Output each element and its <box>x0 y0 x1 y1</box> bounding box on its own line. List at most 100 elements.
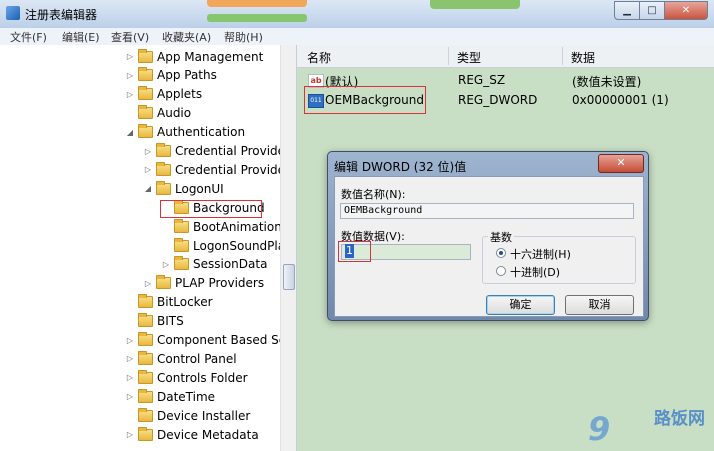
registry-tree: ▷ App Management ▷ App Paths ▷ Applets Audio ◢ A… <box>0 45 297 451</box>
base-label: 基数 <box>488 229 514 245</box>
value-type: REG_SZ <box>458 73 506 87</box>
expand-arrow-icon[interactable]: ▷ <box>125 90 135 99</box>
menu-edit[interactable]: 编辑(E) <box>62 29 100 45</box>
tree-item-label: SessionData <box>193 257 268 272</box>
tree-item[interactable]: ▷ Device Metadata <box>125 425 259 444</box>
tree-item[interactable]: ▷ SessionData <box>161 255 267 274</box>
menu-help[interactable]: 帮助(H) <box>224 29 263 45</box>
tree-item-label: Credential Provider <box>175 144 290 158</box>
folder-icon <box>156 275 171 290</box>
minimize-button[interactable]: ▁ <box>614 1 640 20</box>
tree-item-label: App Management <box>157 49 264 64</box>
tree-scrollbar-thumb[interactable] <box>283 264 295 290</box>
folder-icon <box>156 143 171 157</box>
menu-view[interactable]: 查看(V) <box>111 29 149 45</box>
folder-icon <box>138 388 153 403</box>
tree-item[interactable]: ◢ LogonUI <box>143 179 224 198</box>
tree-item-label: Device Metadata <box>157 427 259 442</box>
tree-item-label: Control Panel <box>157 351 237 366</box>
folder-icon <box>138 86 153 101</box>
close-icon: ✕ <box>616 156 626 169</box>
expand-arrow-icon[interactable]: ▷ <box>125 52 135 61</box>
expand-arrow-icon[interactable]: ▷ <box>125 392 135 401</box>
tree-item-label: BitLocker <box>157 295 213 310</box>
tree-item-label: Authentication <box>157 125 246 140</box>
tree-item-label: LogonUI <box>175 181 224 196</box>
folder-icon <box>174 256 189 271</box>
folder-icon <box>138 407 153 422</box>
hex-radio[interactable] <box>496 248 506 258</box>
tree-item-label: Audio <box>157 106 192 121</box>
expand-arrow-icon[interactable]: ▷ <box>125 354 135 363</box>
folder-icon <box>138 48 153 63</box>
folder-icon <box>138 67 153 82</box>
decimal-radio-label[interactable]: 十进制(D) <box>510 264 560 280</box>
value-name-field: OEMBackground <box>340 203 634 219</box>
close-button[interactable]: ✕ <box>665 1 708 20</box>
folder-icon <box>138 105 153 120</box>
tree-item-label: Component Based Ser <box>157 333 292 347</box>
tree-item-label: Controls Folder <box>157 370 248 385</box>
cancel-button[interactable]: 取消 <box>565 295 634 315</box>
tree-item[interactable]: Device Installer <box>125 406 250 425</box>
hex-radio-label[interactable]: 十六进制(H) <box>510 246 571 262</box>
expand-arrow-icon[interactable]: ▷ <box>143 165 153 174</box>
tree-item[interactable]: ▷ Applets <box>125 85 202 104</box>
tree-scrollbar[interactable] <box>280 45 296 451</box>
tree-item-label: PLAP Providers <box>175 276 265 291</box>
maximize-button[interactable]: □ <box>640 1 665 20</box>
menu-file[interactable]: 文件(F) <box>10 29 47 45</box>
dialog-close-button[interactable]: ✕ <box>598 154 644 173</box>
tree-item[interactable]: ▷ Control Panel <box>125 349 237 368</box>
folder-icon <box>174 237 189 252</box>
decimal-radio[interactable] <box>496 266 506 276</box>
tree-item[interactable]: BITS <box>125 312 184 331</box>
tree-item-label: Applets <box>157 87 203 102</box>
tree-item[interactable]: ▷ App Management <box>125 47 263 66</box>
column-data[interactable]: 数据 <box>571 49 595 66</box>
tree-item[interactable]: ▷ Component Based Ser <box>125 331 291 350</box>
folder-icon <box>138 369 153 384</box>
dialog-title: 编辑 DWORD (32 位)值 <box>334 160 467 174</box>
expand-arrow-icon[interactable]: ▷ <box>143 147 153 156</box>
highlight-box <box>160 200 262 218</box>
folder-icon <box>174 218 189 233</box>
expand-arrow-icon[interactable]: ▷ <box>125 71 135 80</box>
tree-item[interactable]: ▷ PLAP Providers <box>143 274 264 293</box>
tree-item[interactable]: ▷ Controls Folder <box>125 368 248 387</box>
value-data: 0x00000001 (1) <box>572 93 669 107</box>
tree-item[interactable]: ▷ Credential Provider <box>143 160 290 179</box>
tree-item[interactable]: Audio <box>125 104 191 123</box>
expand-arrow-icon[interactable]: ▷ <box>125 336 135 345</box>
tree-item-label: DateTime <box>157 389 216 404</box>
expand-arrow-icon[interactable]: ◢ <box>125 128 135 137</box>
column-type[interactable]: 类型 <box>457 49 481 66</box>
expand-arrow-icon[interactable]: ▷ <box>125 430 135 439</box>
expand-arrow-icon[interactable]: ▷ <box>143 279 153 288</box>
tree-item[interactable]: ▷ DateTime <box>125 387 215 406</box>
tree-item-label: Credential Provider <box>175 162 290 177</box>
expand-arrow-icon[interactable]: ◢ <box>143 184 153 193</box>
menu-favorites[interactable]: 收藏夹(A) <box>162 29 211 45</box>
tree-item[interactable]: ◢ Authentication <box>125 123 245 142</box>
tree-item[interactable]: BitLocker <box>125 293 213 312</box>
close-icon: ✕ <box>681 5 691 16</box>
expand-arrow-icon[interactable]: ▷ <box>125 373 135 382</box>
watermark-text: 路饭网 <box>654 409 705 429</box>
ok-button[interactable]: 确定 <box>486 295 555 315</box>
tree-item[interactable]: ▷ App Paths <box>125 66 217 85</box>
tree-item-label: App Paths <box>157 68 217 83</box>
folder-icon <box>138 124 153 139</box>
value-name-label: 数值名称(N): <box>341 188 406 201</box>
folder-icon <box>138 332 153 346</box>
minimize-icon: ▁ <box>623 5 631 16</box>
expand-arrow-icon[interactable]: ▷ <box>161 260 171 269</box>
menu-bar: 文件(F) 编辑(E) 查看(V) 收藏夹(A) 帮助(H) <box>0 28 714 46</box>
value-data: (数值未设置) <box>572 75 642 89</box>
highlight-box <box>338 241 371 262</box>
tree-item[interactable]: LogonSoundPlay <box>161 236 292 255</box>
tree-item[interactable]: ▷ Credential Provider <box>143 142 290 161</box>
column-name[interactable]: 名称 <box>307 49 331 66</box>
tree-item[interactable]: BootAnimation <box>161 217 282 236</box>
window-title: 注册表编辑器 <box>25 8 98 22</box>
